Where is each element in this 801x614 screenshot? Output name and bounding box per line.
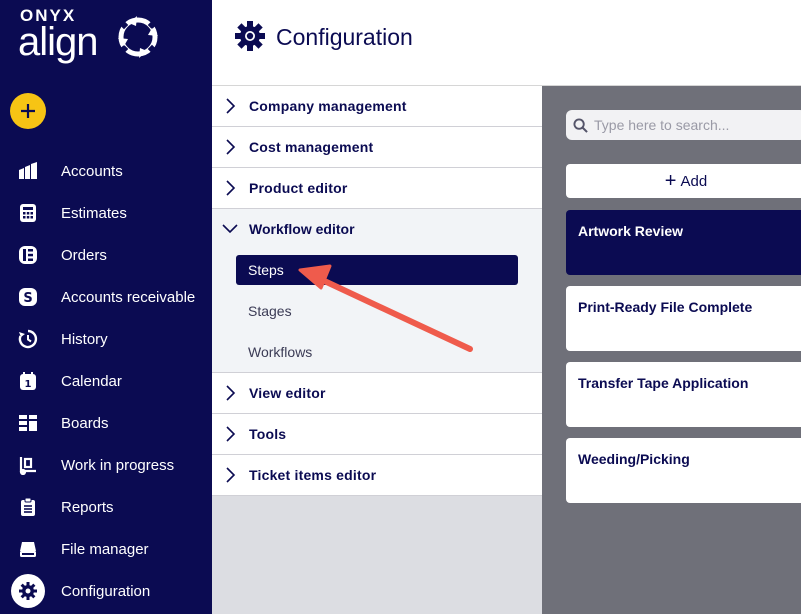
- logo-brand-main: align: [18, 20, 99, 64]
- sidebar-item-label: File manager: [61, 540, 149, 558]
- menu-item-label: Company management: [249, 98, 407, 114]
- search-icon: [573, 118, 588, 133]
- orders-icon: [14, 241, 42, 269]
- menu-item-view-editor[interactable]: View editor: [212, 373, 542, 414]
- menu-item-workflow-editor[interactable]: Workflow editor: [212, 209, 542, 250]
- step-card-weeding-picking[interactable]: Weeding/Picking: [566, 438, 801, 503]
- chevron-down-icon: [222, 224, 238, 234]
- sidebar-item-label: Reports: [61, 498, 114, 516]
- plus-icon: +: [664, 170, 677, 192]
- menu-item-label: Workflow editor: [249, 221, 355, 237]
- configuration-menu: Company management Cost management Produ…: [212, 86, 542, 614]
- menu-item-label: Ticket items editor: [249, 467, 377, 483]
- page-title: Configuration: [276, 24, 413, 50]
- sidebar-item-configuration[interactable]: Configuration: [0, 570, 212, 612]
- chevron-right-icon: [226, 467, 236, 483]
- plus-icon: [21, 104, 35, 118]
- svg-text:1: 1: [25, 379, 32, 390]
- calendar-icon: 1: [14, 367, 42, 395]
- sidebar-item-label: Calendar: [61, 372, 122, 390]
- sidebar-item-calendar[interactable]: 1 Calendar: [0, 360, 212, 402]
- menu-item-product-editor[interactable]: Product editor: [212, 168, 542, 209]
- sidebar-item-orders[interactable]: Orders: [0, 234, 212, 276]
- accounts-icon: [14, 157, 42, 185]
- step-card-artwork-review[interactable]: Artwork Review: [566, 210, 801, 275]
- sidebar-item-label: History: [61, 330, 108, 348]
- sidebar-item-label: Accounts: [61, 162, 123, 180]
- menu-item-tools[interactable]: Tools: [212, 414, 542, 455]
- logo-swirl-icon: [118, 16, 158, 58]
- svg-text:S: S: [23, 291, 32, 306]
- sidebar-nav: Accounts Estimates Orders S Accounts rec…: [0, 150, 212, 612]
- clipboard-icon: [14, 493, 42, 521]
- menu-item-label: View editor: [249, 385, 326, 401]
- chevron-right-icon: [226, 385, 236, 401]
- chevron-right-icon: [226, 139, 236, 155]
- chevron-right-icon: [226, 426, 236, 442]
- gear-icon: [11, 574, 45, 608]
- gear-icon: [235, 21, 265, 51]
- boards-icon: [14, 409, 42, 437]
- menu-item-ticket-items-editor[interactable]: Ticket items editor: [212, 455, 542, 496]
- sidebar-item-reports[interactable]: Reports: [0, 486, 212, 528]
- add-step-button[interactable]: + Add: [566, 164, 801, 198]
- add-step-label: Add: [680, 172, 708, 190]
- onyx-align-logo[interactable]: ONYX align: [18, 6, 168, 68]
- step-card-transfer-tape-application[interactable]: Transfer Tape Application: [566, 362, 801, 427]
- dollar-icon: S: [14, 283, 42, 311]
- chevron-right-icon: [226, 98, 236, 114]
- sidebar-item-estimates[interactable]: Estimates: [0, 192, 212, 234]
- menu-section-workflow-editor: Workflow editor Steps Stages Workflows: [212, 209, 542, 373]
- search-input[interactable]: [594, 114, 794, 136]
- sidebar-item-accounts-receivable[interactable]: S Accounts receivable: [0, 276, 212, 318]
- drive-icon: [14, 535, 42, 563]
- menu-item-cost-management[interactable]: Cost management: [212, 127, 542, 168]
- sidebar-item-label: Accounts receivable: [61, 288, 196, 306]
- submenu-item-workflows[interactable]: Workflows: [236, 337, 518, 367]
- sidebar-item-file-manager[interactable]: File manager: [0, 528, 212, 570]
- search-box: [566, 110, 801, 140]
- sidebar-item-label: Work in progress: [61, 456, 175, 474]
- sidebar: ONYX align Accounts Estimates Orders S A…: [0, 0, 212, 614]
- menu-item-label: Cost management: [249, 139, 374, 155]
- page-header: Configuration: [212, 0, 801, 86]
- chevron-right-icon: [226, 180, 236, 196]
- work-in-progress-icon: [14, 451, 42, 479]
- sidebar-item-label: Boards: [61, 414, 109, 432]
- menu-item-company-management[interactable]: Company management: [212, 86, 542, 127]
- sidebar-item-label: Orders: [61, 246, 107, 264]
- sidebar-item-label: Estimates: [61, 204, 127, 222]
- sidebar-item-label: Configuration: [61, 582, 151, 600]
- menu-item-label: Tools: [249, 426, 287, 442]
- sidebar-item-accounts[interactable]: Accounts: [0, 150, 212, 192]
- history-icon: [14, 325, 42, 353]
- add-new-button[interactable]: [10, 93, 46, 129]
- submenu-item-stages[interactable]: Stages: [236, 296, 518, 326]
- steps-list-panel: + Add Artwork Review Print-Ready File Co…: [542, 86, 801, 614]
- calculator-icon: [14, 199, 42, 227]
- menu-item-label: Product editor: [249, 180, 348, 196]
- sidebar-item-boards[interactable]: Boards: [0, 402, 212, 444]
- step-card-print-ready-file-complete[interactable]: Print-Ready File Complete: [566, 286, 801, 351]
- sidebar-item-work-in-progress[interactable]: Work in progress: [0, 444, 212, 486]
- submenu-item-steps[interactable]: Steps: [236, 255, 518, 285]
- sidebar-item-history[interactable]: History: [0, 318, 212, 360]
